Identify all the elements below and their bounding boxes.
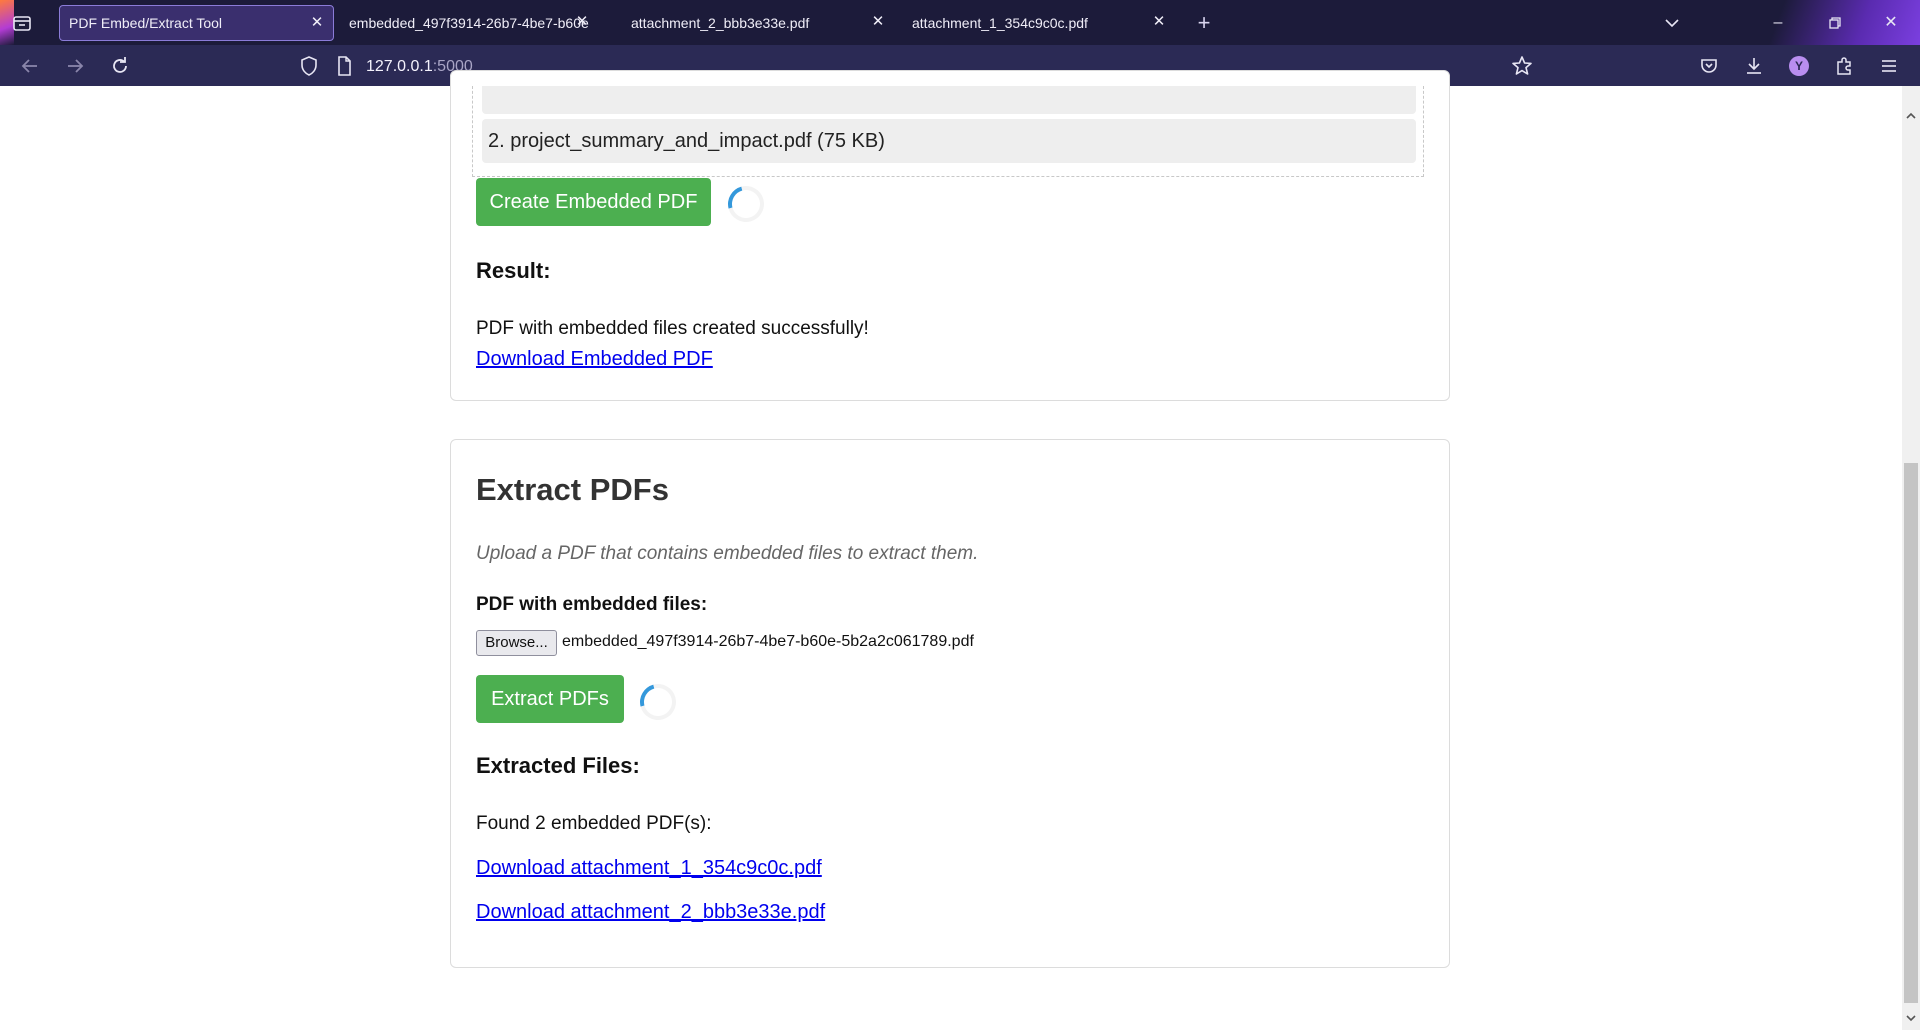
- tab-title: attachment_1_354c9c0c.pdf: [912, 15, 1088, 31]
- menu-icon[interactable]: [1877, 54, 1901, 78]
- tab-bar: PDF Embed/Extract Tool ✕ embedded_497f39…: [0, 0, 1920, 45]
- file-input-label: PDF with embedded files:: [476, 594, 708, 615]
- profile-avatar[interactable]: Y: [1787, 54, 1811, 78]
- profile-initial: Y: [1794, 59, 1803, 73]
- bookmark-star-icon[interactable]: [1510, 54, 1534, 78]
- tab-pdf-tool[interactable]: PDF Embed/Extract Tool ✕: [59, 5, 334, 41]
- result-message: PDF with embedded files created successf…: [476, 318, 869, 339]
- extensions-icon[interactable]: [1832, 54, 1856, 78]
- result-heading: Result:: [476, 258, 551, 283]
- close-icon[interactable]: ✕: [870, 14, 886, 30]
- tab-attachment-1[interactable]: attachment_1_354c9c0c.pdf ✕: [903, 5, 1175, 41]
- download-attachment-2-link[interactable]: Download attachment_2_bbb3e33e.pdf: [476, 901, 825, 924]
- download-embedded-link[interactable]: Download Embedded PDF: [476, 348, 713, 371]
- extracted-files-heading: Extracted Files:: [476, 753, 640, 778]
- scroll-up-icon[interactable]: [1905, 110, 1917, 122]
- tab-attachment-2[interactable]: attachment_2_bbb3e33e.pdf ✕: [622, 5, 894, 41]
- url-host: 127.0.0.1: [366, 58, 433, 75]
- close-icon[interactable]: ✕: [309, 15, 325, 31]
- file-list-item: [482, 86, 1416, 114]
- browse-button[interactable]: Browse...: [476, 630, 557, 656]
- found-message: Found 2 embedded PDF(s):: [476, 813, 712, 834]
- extract-description: Upload a PDF that contains embedded file…: [476, 543, 979, 564]
- forward-arrow-icon[interactable]: [63, 54, 87, 78]
- pocket-icon[interactable]: [1697, 54, 1721, 78]
- tab-title: embedded_497f3914-26b7-4be7-b60e-5b2a2c0…: [349, 15, 589, 31]
- scroll-down-icon[interactable]: [1905, 1012, 1917, 1024]
- tab-title: PDF Embed/Extract Tool: [69, 15, 223, 31]
- selected-file-name: embedded_497f3914-26b7-4be7-b60e-5b2a2c0…: [562, 633, 974, 650]
- extract-title: Extract PDFs: [476, 472, 669, 507]
- back-arrow-icon[interactable]: [18, 54, 42, 78]
- reload-icon[interactable]: [108, 54, 132, 78]
- close-icon[interactable]: ✕: [1151, 14, 1167, 30]
- download-attachment-1-link[interactable]: Download attachment_1_354c9c0c.pdf: [476, 857, 822, 880]
- extract-pdfs-button[interactable]: Extract PDFs: [476, 675, 624, 723]
- tab-title: attachment_2_bbb3e33e.pdf: [631, 15, 810, 31]
- close-window-icon[interactable]: ✕: [1880, 12, 1902, 34]
- create-embedded-pdf-button[interactable]: Create Embedded PDF: [476, 178, 711, 226]
- close-icon[interactable]: ✕: [574, 14, 590, 30]
- page-icon[interactable]: [332, 54, 356, 78]
- minimize-icon[interactable]: –: [1767, 12, 1789, 34]
- tab-list-icon[interactable]: [10, 11, 34, 35]
- restore-icon[interactable]: [1824, 12, 1846, 34]
- tab-embedded-pdf[interactable]: embedded_497f3914-26b7-4be7-b60e-5b2a2c0…: [340, 5, 610, 41]
- chevron-down-icon[interactable]: [1664, 16, 1680, 30]
- file-list-item: 2. project_summary_and_impact.pdf (75 KB…: [482, 119, 1416, 163]
- scrollbar-thumb[interactable]: [1904, 463, 1918, 1003]
- shield-icon[interactable]: [297, 54, 321, 78]
- new-tab-icon[interactable]: +: [1193, 12, 1215, 34]
- download-icon[interactable]: [1742, 54, 1766, 78]
